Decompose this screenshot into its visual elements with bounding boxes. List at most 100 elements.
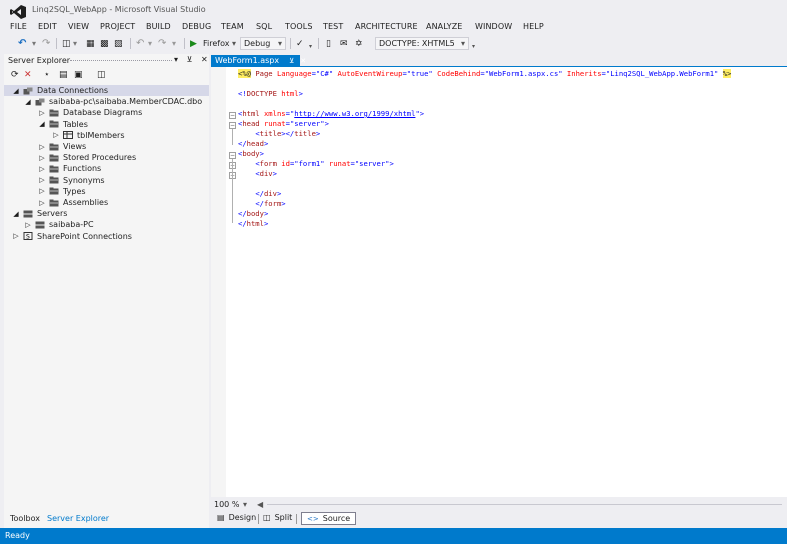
code-line[interactable]: <body> <box>238 149 731 159</box>
pin-icon[interactable]: ⊻ <box>187 55 193 64</box>
connect-to-database-icon[interactable]: ⋆ <box>44 68 50 81</box>
code-line[interactable]: </body> <box>238 209 731 219</box>
tree-item[interactable]: ◢ saibaba-pc\saibaba.MemberCDAC.dbo <box>24 96 202 107</box>
redo-icon[interactable]: ↷ <box>158 37 166 50</box>
expand-arrow-icon[interactable]: ▷ <box>12 232 20 240</box>
code-line[interactable] <box>238 79 731 89</box>
code-line[interactable]: <title></title> <box>238 129 731 139</box>
code-line[interactable]: <html xmlns="http://www.w3.org/1999/xhtm… <box>238 109 731 119</box>
tree-item[interactable]: ▷ saibaba-PC <box>24 219 93 230</box>
code-text[interactable]: <%@ Page Language="C#" AutoEventWireup="… <box>238 69 732 229</box>
code-line[interactable]: </div> <box>238 189 731 199</box>
refresh-icon[interactable]: ⟳ <box>11 68 19 81</box>
dropdown-arrow-icon[interactable]: ▾ <box>148 37 152 50</box>
browser-link-icon[interactable]: ✓ <box>296 37 304 50</box>
stop-icon[interactable]: ✕ <box>24 68 32 81</box>
source-view-button[interactable]: <> Source <box>301 512 357 525</box>
code-line[interactable]: <%@ Page Language="C#" AutoEventWireup="… <box>238 69 732 79</box>
tree-item[interactable]: ▷ Views <box>38 141 86 152</box>
code-line[interactable]: <head runat="server"> <box>238 119 731 129</box>
split-view-button[interactable]: ◫ Split <box>263 513 292 522</box>
expand-arrow-icon[interactable]: ▷ <box>38 154 46 162</box>
menu-view[interactable]: VIEW <box>68 22 89 31</box>
connect-to-server-icon[interactable]: ▤ <box>59 68 68 81</box>
horizontal-scrollbar[interactable] <box>267 504 782 505</box>
dropdown-arrow-icon[interactable]: ▾ <box>232 37 236 50</box>
expand-arrow-icon[interactable]: ▷ <box>38 176 46 184</box>
code-line[interactable] <box>238 99 731 109</box>
tree-item[interactable]: ▷ S SharePoint Connections <box>12 231 132 242</box>
start-debugging-icon[interactable]: ▶ <box>190 37 197 50</box>
toolbar-options-icon[interactable]: ▾ <box>472 40 475 53</box>
close-icon[interactable]: ✕ <box>201 55 208 64</box>
code-line[interactable]: </form> <box>238 199 731 209</box>
menu-test[interactable]: TEST <box>323 22 343 31</box>
expand-arrow-icon[interactable]: ▷ <box>24 221 32 229</box>
tree-item[interactable]: ▷ Functions <box>38 163 101 174</box>
code-line[interactable]: </head> <box>238 139 731 149</box>
new-project-icon[interactable]: ◫ <box>62 37 71 50</box>
expand-arrow-icon[interactable]: ▷ <box>38 199 46 207</box>
code-line[interactable]: <form id="form1" runat="server"> <box>238 159 731 169</box>
tree-item[interactable]: ▷ Types <box>38 186 85 197</box>
tree-item[interactable]: ▷ Synonyms <box>38 175 104 186</box>
zoom-level[interactable]: 100 % <box>214 498 239 511</box>
close-tab-icon[interactable]: ✕ <box>300 57 306 65</box>
menu-project[interactable]: PROJECT <box>100 22 135 31</box>
expand-arrow-icon[interactable]: ▷ <box>38 109 46 117</box>
collapse-arrow-icon[interactable]: ◢ <box>24 98 32 106</box>
code-editor[interactable]: − − − − − <%@ Page Language="C#" AutoEve… <box>211 67 787 497</box>
undo-icon[interactable]: ↶ <box>136 37 144 50</box>
run-target-label[interactable]: Firefox <box>203 37 229 50</box>
tree-item[interactable]: ▷ Stored Procedures <box>38 152 136 163</box>
save-icon[interactable]: ▩ <box>100 37 109 50</box>
window-position-icon[interactable]: ▾ <box>174 55 178 64</box>
configuration-dropdown[interactable]: Debug ▾ <box>240 37 286 50</box>
server-explorer-tab[interactable]: Server Explorer <box>47 514 109 523</box>
comment-icon[interactable]: ✉ <box>340 37 348 50</box>
menu-sql[interactable]: SQL <box>256 22 272 31</box>
menu-file[interactable]: FILE <box>10 22 27 31</box>
connect-to-sharepoint-icon[interactable]: ▣ <box>74 68 83 81</box>
menu-tools[interactable]: TOOLS <box>285 22 313 31</box>
format-icon[interactable]: ✡ <box>355 37 363 50</box>
menu-help[interactable]: HELP <box>523 22 544 31</box>
forward-icon[interactable]: ↷ <box>42 37 50 50</box>
tree-item[interactable]: ▷ Database Diagrams <box>38 107 142 118</box>
code-line[interactable]: </html> <box>238 219 731 229</box>
collapse-head-icon[interactable]: − <box>229 122 236 129</box>
tree-item[interactable]: ◢ Data Connections <box>4 85 209 96</box>
expand-arrow-icon[interactable]: ▷ <box>52 131 60 139</box>
code-line[interactable]: <!DOCTYPE html> <box>238 89 731 99</box>
menu-debug[interactable]: DEBUG <box>182 22 211 31</box>
design-view-button[interactable]: ▤ Design <box>217 513 256 522</box>
tree-item[interactable]: ◢ Servers <box>12 208 67 219</box>
dropdown-arrow-icon[interactable]: ▾ <box>309 40 312 53</box>
menu-build[interactable]: BUILD <box>146 22 171 31</box>
collapse-arrow-icon[interactable]: ◢ <box>12 210 20 218</box>
expand-arrow-icon[interactable]: ▷ <box>38 165 46 173</box>
expand-arrow-icon[interactable]: ▷ <box>38 143 46 151</box>
open-file-icon[interactable]: ▦ <box>86 37 95 50</box>
scroll-left-icon[interactable]: ◀ <box>257 498 263 511</box>
chevron-down-icon[interactable]: ▾ <box>243 498 247 511</box>
code-line[interactable]: <div> <box>238 169 731 179</box>
menu-team[interactable]: TEAM <box>221 22 244 31</box>
dropdown-arrow-icon[interactable]: ▾ <box>73 37 77 50</box>
panel-grip[interactable] <box>70 60 172 63</box>
document-outline-icon[interactable]: ▯ <box>326 37 331 50</box>
tree-item[interactable]: ▷ tblMembers <box>52 130 124 141</box>
tree-item[interactable]: ◢ Tables <box>38 119 88 130</box>
expand-arrow-icon[interactable]: ▷ <box>38 187 46 195</box>
code-line[interactable] <box>238 179 731 189</box>
dropdown-arrow-icon[interactable]: ▾ <box>32 37 36 50</box>
doctype-dropdown[interactable]: DOCTYPE: XHTML5 ▾ <box>375 37 469 50</box>
back-icon[interactable]: ↶ <box>18 37 26 50</box>
toolbox-tab[interactable]: Toolbox <box>10 514 40 523</box>
collapse-body-icon[interactable]: − <box>229 152 236 159</box>
save-all-icon[interactable]: ▧ <box>114 37 123 50</box>
pin-tab-icon[interactable]: ⊻ <box>289 57 294 65</box>
dropdown-arrow-icon[interactable]: ▾ <box>172 37 176 50</box>
collapse-html-icon[interactable]: − <box>229 112 236 119</box>
properties-icon[interactable]: ◫ <box>97 68 106 81</box>
